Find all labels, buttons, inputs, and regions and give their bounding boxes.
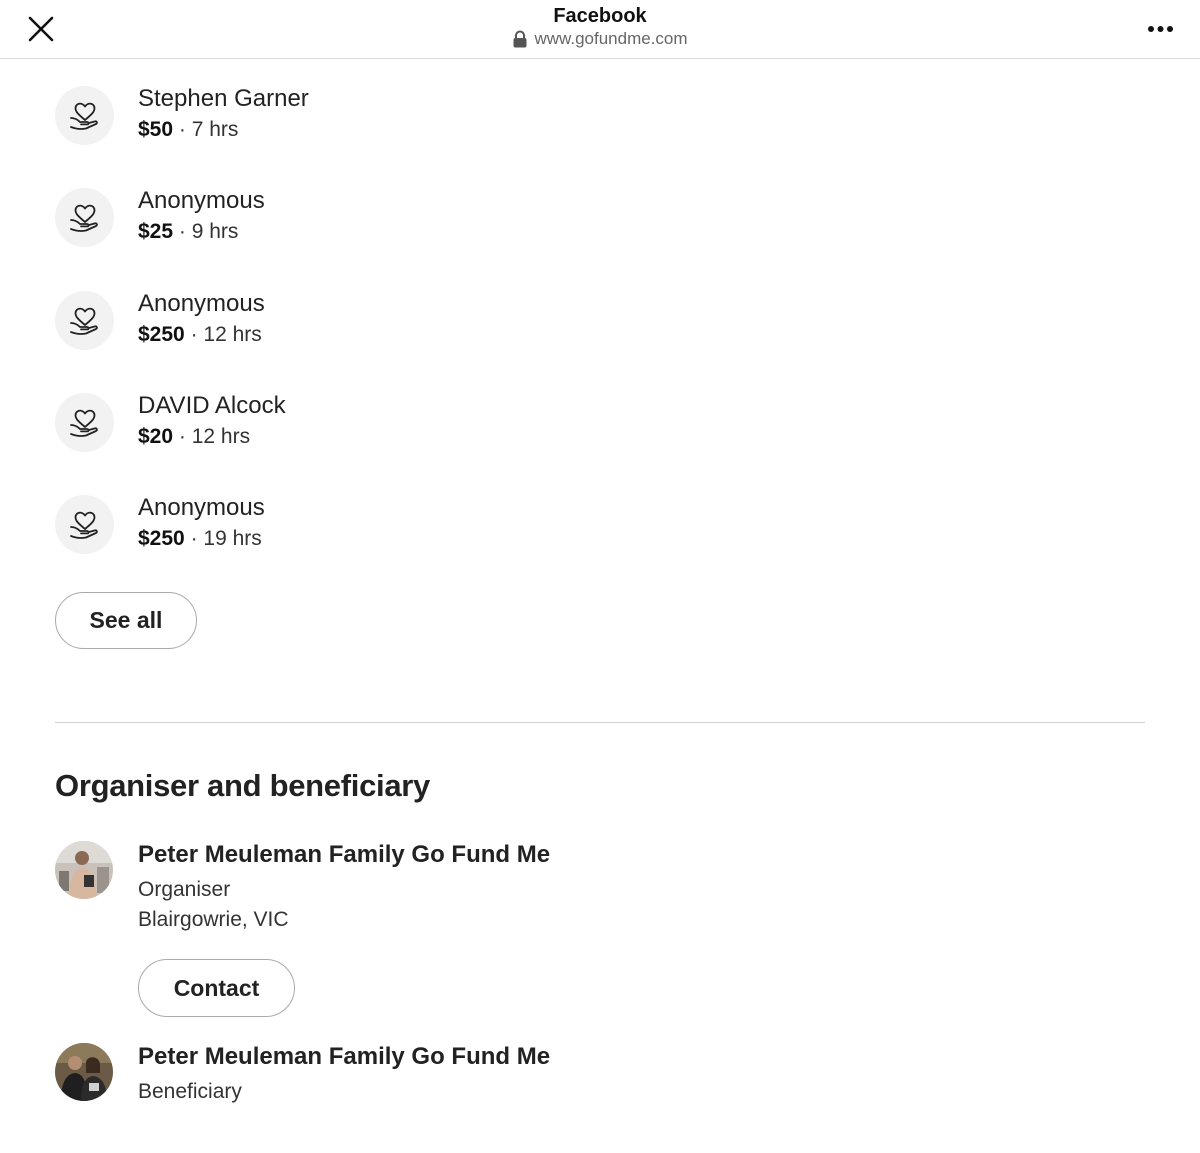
heart-hand-icon [69,409,98,437]
beneficiary-role: Beneficiary [138,1080,242,1103]
browser-title-area: Facebook www.gofundme.com [0,4,1200,53]
browser-top-bar: Facebook www.gofundme.com [0,0,1200,59]
meta-separator: · [190,527,198,550]
organiser-photo [55,841,113,899]
beneficiary-avatar[interactable] [55,1043,113,1101]
see-all-button[interactable]: See all [55,592,197,649]
donation-item: DAVID Alcock $20 · 12 hrs [55,392,655,453]
organiser-avatar[interactable] [55,841,113,899]
donor-name: Anonymous [138,290,265,317]
donor-name: Anonymous [138,187,265,214]
beneficiary-name[interactable]: Peter Meuleman Family Go Fund Me [138,1043,550,1071]
donation-time: 12 hrs [191,425,251,448]
donation-amount: $250 [138,323,185,346]
donation-item: Anonymous $250 · 12 hrs [55,290,655,351]
organiser-section-title: Organiser and beneficiary [55,768,430,803]
meta-separator: · [190,323,198,346]
donation-time: 19 hrs [203,527,262,550]
url-text: www.gofundme.com [534,29,688,48]
url-display[interactable]: www.gofundme.com [512,28,688,50]
donor-avatar [55,291,114,350]
donation-time: 9 hrs [191,220,239,243]
donation-time: 12 hrs [203,323,262,346]
donor-name: Stephen Garner [138,85,309,112]
organiser-name[interactable]: Peter Meuleman Family Go Fund Me [138,841,550,869]
donation-amount: $50 [138,118,174,141]
donation-meta: $250 · 12 hrs [138,323,262,347]
contact-button[interactable]: Contact [138,959,295,1017]
lock-icon [513,30,527,48]
donation-amount: $20 [138,425,174,448]
donation-amount: $25 [138,220,174,243]
meta-separator: · [178,220,186,243]
donation-amount: $250 [138,527,185,550]
heart-hand-icon [69,102,98,130]
donation-item: Anonymous $250 · 19 hrs [55,494,655,555]
donor-name: Anonymous [138,494,265,521]
donation-meta: $25 · 9 hrs [138,220,238,244]
beneficiary-photo [55,1043,113,1101]
more-options-button[interactable] [1142,14,1180,44]
meta-separator: · [178,118,186,141]
meta-separator: · [178,425,186,448]
donation-meta: $50 · 7 hrs [138,118,238,142]
donation-meta: $20 · 12 hrs [138,425,250,449]
donor-avatar [55,495,114,554]
donation-item: Stephen Garner $50 · 7 hrs [55,85,655,146]
section-divider [55,722,1145,723]
organiser-location: Blairgowrie, VIC [138,908,289,931]
heart-hand-icon [69,511,98,539]
donation-time: 7 hrs [191,118,239,141]
organiser-role: Organiser [138,878,231,901]
donor-avatar [55,188,114,247]
donation-item: Anonymous $25 · 9 hrs [55,187,655,248]
heart-hand-icon [69,204,98,232]
donor-avatar [55,393,114,452]
donor-avatar [55,86,114,145]
browser-title: Facebook [553,5,647,27]
donor-name: DAVID Alcock [138,392,286,419]
donation-meta: $250 · 19 hrs [138,527,262,551]
heart-hand-icon [69,307,98,335]
more-icon [1148,26,1173,32]
